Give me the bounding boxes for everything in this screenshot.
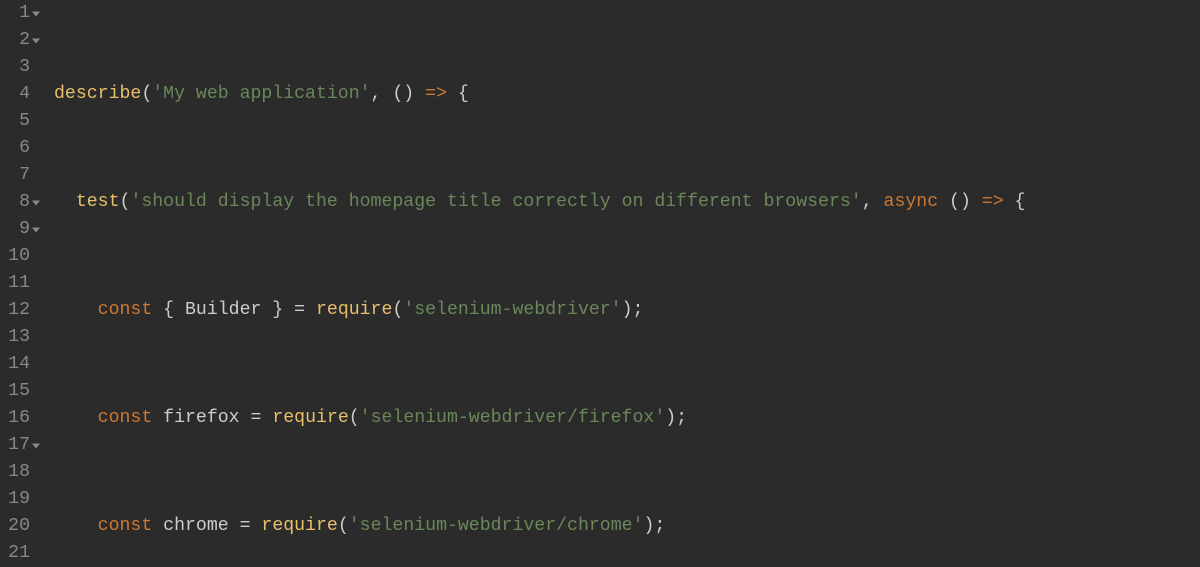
line-number: 10: [0, 243, 42, 270]
line-number-gutter: 1 2 3 4 5 6 7 8 9 10 11 12 13 14 15 16 1…: [0, 0, 46, 567]
line-number: 14: [0, 351, 42, 378]
token-function: test: [76, 189, 120, 216]
token-punct: , (): [371, 81, 426, 108]
token-arrow: =>: [982, 189, 1004, 216]
token-string: 'selenium-webdriver/firefox': [360, 405, 666, 432]
token-function: describe: [54, 81, 141, 108]
token-function: require: [272, 405, 348, 432]
line-number: 21: [0, 540, 42, 567]
code-line: const { Builder } = require('selenium-we…: [54, 297, 1200, 324]
token-indent: [54, 297, 98, 324]
code-content[interactable]: describe('My web application', () => { t…: [46, 0, 1200, 567]
line-number: 4: [0, 81, 42, 108]
token-string: 'should display the homepage title corre…: [130, 189, 861, 216]
token-punct: =: [250, 405, 261, 432]
token-string: 'selenium-webdriver/chrome': [349, 513, 644, 540]
line-number: 2: [0, 27, 42, 54]
line-number: 7: [0, 162, 42, 189]
token-function: require: [316, 297, 392, 324]
token-indent: [54, 405, 98, 432]
token-punct: {: [447, 81, 469, 108]
token-punct: (: [392, 297, 403, 324]
token-punct: (): [938, 189, 982, 216]
token-punct: [261, 405, 272, 432]
token-ident: { Builder }: [152, 297, 294, 324]
code-line: const firefox = require('selenium-webdri…: [54, 405, 1200, 432]
token-punct: (: [338, 513, 349, 540]
token-punct: =: [294, 297, 305, 324]
line-number: 13: [0, 324, 42, 351]
line-number: 8: [0, 189, 42, 216]
token-ident: chrome: [152, 513, 239, 540]
line-number: 18: [0, 459, 42, 486]
line-number: 17: [0, 432, 42, 459]
token-keyword: const: [98, 405, 153, 432]
line-number: 20: [0, 513, 42, 540]
token-string: 'My web application': [152, 81, 370, 108]
line-number: 1: [0, 0, 42, 27]
token-punct: ,: [862, 189, 884, 216]
line-number: 5: [0, 108, 42, 135]
line-number: 11: [0, 270, 42, 297]
token-punct: );: [622, 297, 644, 324]
token-string: 'selenium-webdriver': [403, 297, 621, 324]
line-number: 9: [0, 216, 42, 243]
token-punct: );: [643, 513, 665, 540]
token-punct: {: [1004, 189, 1026, 216]
token-punct: =: [240, 513, 251, 540]
token-punct: (: [120, 189, 131, 216]
token-keyword: const: [98, 297, 153, 324]
token-punct: [305, 297, 316, 324]
token-punct: (: [349, 405, 360, 432]
line-number: 12: [0, 297, 42, 324]
token-function: require: [261, 513, 337, 540]
token-ident: firefox: [152, 405, 250, 432]
token-punct: (: [141, 81, 152, 108]
token-indent: [54, 513, 98, 540]
line-number: 6: [0, 135, 42, 162]
line-number: 19: [0, 486, 42, 513]
line-number: 3: [0, 54, 42, 81]
token-arrow: =>: [425, 81, 447, 108]
code-line: test('should display the homepage title …: [54, 189, 1200, 216]
line-number: 16: [0, 405, 42, 432]
token-indent: [54, 189, 76, 216]
token-punct: [251, 513, 262, 540]
line-number: 15: [0, 378, 42, 405]
code-editor[interactable]: 1 2 3 4 5 6 7 8 9 10 11 12 13 14 15 16 1…: [0, 0, 1200, 567]
code-line: const chrome = require('selenium-webdriv…: [54, 513, 1200, 540]
code-line: describe('My web application', () => {: [54, 81, 1200, 108]
token-keyword: async: [884, 189, 939, 216]
token-keyword: const: [98, 513, 153, 540]
token-punct: );: [665, 405, 687, 432]
